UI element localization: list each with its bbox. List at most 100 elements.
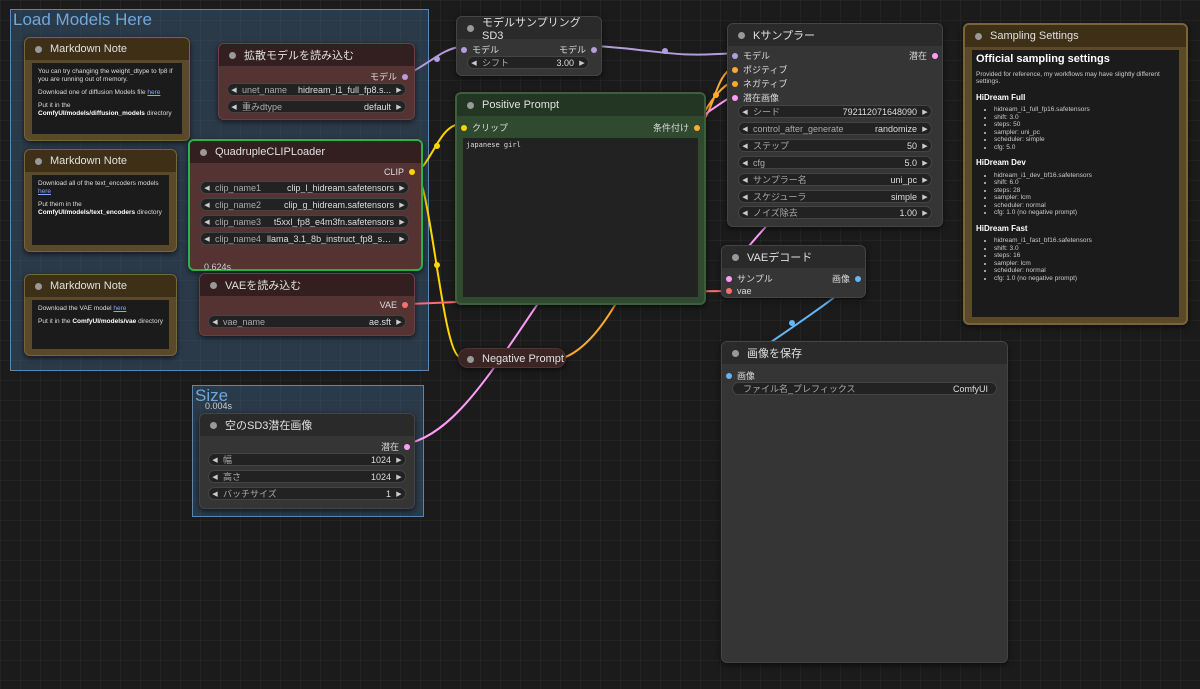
arrow-left-icon[interactable]: ◀ bbox=[201, 235, 213, 243]
latent-socket[interactable] bbox=[726, 275, 732, 282]
arrow-left-icon[interactable]: ◀ bbox=[228, 103, 240, 111]
image-socket[interactable] bbox=[855, 275, 861, 282]
arrow-right-icon[interactable]: ▶ bbox=[396, 218, 408, 226]
arrow-right-icon[interactable]: ▶ bbox=[919, 108, 931, 116]
collapse-dot-icon[interactable] bbox=[467, 24, 474, 32]
collapse-dot-icon[interactable] bbox=[200, 148, 207, 156]
node-vae-loader[interactable]: VAEを読み込む VAE ◀ vae_name ae.sft ▶ bbox=[199, 273, 415, 336]
widget-clip-name2[interactable]: ◀ clip_name2 clip_g_hidream.safetensors … bbox=[200, 198, 409, 211]
clip-socket[interactable] bbox=[409, 169, 415, 175]
node-ksampler[interactable]: Kサンプラー モデル ポジティブ ネガティブ 潜在画像 潜在 ◀ シード 792… bbox=[727, 23, 943, 227]
output-conditioning[interactable]: 条件付け bbox=[653, 121, 700, 134]
collapse-dot-icon[interactable] bbox=[975, 32, 982, 40]
widget-height[interactable]: ◀ 高さ 1024 ▶ bbox=[208, 470, 406, 483]
arrow-left-icon[interactable]: ◀ bbox=[209, 456, 221, 464]
model-socket[interactable] bbox=[461, 46, 467, 53]
arrow-right-icon[interactable]: ▶ bbox=[919, 209, 931, 217]
widget-seed[interactable]: ◀ シード 792112071648090 ▶ bbox=[738, 105, 932, 118]
arrow-right-icon[interactable]: ▶ bbox=[919, 159, 931, 167]
arrow-left-icon[interactable]: ◀ bbox=[209, 318, 221, 326]
widget-steps[interactable]: ◀ ステップ 50 ▶ bbox=[738, 139, 932, 152]
input-model[interactable]: モデル bbox=[461, 43, 499, 56]
input-vae[interactable]: vae bbox=[726, 286, 752, 296]
output-latent[interactable]: 潜在 bbox=[909, 49, 938, 62]
output-image[interactable]: 画像 bbox=[832, 272, 861, 285]
collapse-dot-icon[interactable] bbox=[35, 45, 42, 53]
latent-socket[interactable] bbox=[732, 94, 738, 101]
arrow-right-icon[interactable]: ▶ bbox=[393, 318, 405, 326]
note-content[interactable]: Download all of the text_encoders models… bbox=[32, 175, 169, 245]
node-model-sampling-sd3[interactable]: モデルサンプリングSD3 モデル モデル ◀ シフト 3.00 ▶ bbox=[456, 16, 602, 76]
arrow-left-icon[interactable]: ◀ bbox=[739, 209, 751, 217]
arrow-left-icon[interactable]: ◀ bbox=[201, 218, 213, 226]
collapse-dot-icon[interactable] bbox=[35, 157, 42, 165]
widget-denoise[interactable]: ◀ ノイズ除去 1.00 ▶ bbox=[738, 206, 932, 219]
download-link[interactable]: here bbox=[147, 89, 160, 96]
arrow-left-icon[interactable]: ◀ bbox=[201, 201, 213, 209]
conditioning-socket[interactable] bbox=[694, 124, 700, 131]
markdown-note-text-encoders[interactable]: Markdown Note Download all of the text_e… bbox=[24, 149, 177, 252]
arrow-right-icon[interactable]: ▶ bbox=[919, 193, 931, 201]
collapse-dot-icon[interactable] bbox=[210, 281, 217, 289]
collapse-dot-icon[interactable] bbox=[210, 421, 217, 429]
collapse-dot-icon[interactable] bbox=[35, 282, 42, 290]
arrow-left-icon[interactable]: ◀ bbox=[739, 159, 751, 167]
arrow-right-icon[interactable]: ▶ bbox=[919, 176, 931, 184]
model-socket[interactable] bbox=[732, 52, 738, 59]
collapse-dot-icon[interactable] bbox=[738, 31, 745, 39]
arrow-right-icon[interactable]: ▶ bbox=[393, 86, 405, 94]
arrow-right-icon[interactable]: ▶ bbox=[396, 201, 408, 209]
widget-batch-size[interactable]: ◀ バッチサイズ 1 ▶ bbox=[208, 487, 406, 500]
input-positive[interactable]: ポジティブ bbox=[732, 63, 787, 76]
arrow-left-icon[interactable]: ◀ bbox=[739, 108, 751, 116]
output-model[interactable]: モデル bbox=[370, 70, 408, 83]
arrow-left-icon[interactable]: ◀ bbox=[739, 176, 751, 184]
widget-clip-name1[interactable]: ◀ clip_name1 clip_l_hidream.safetensors … bbox=[200, 181, 409, 194]
widget-clip-name3[interactable]: ◀ clip_name3 t5xxl_fp8_e4m3fn.safetensor… bbox=[200, 215, 409, 228]
arrow-left-icon[interactable]: ◀ bbox=[468, 59, 480, 67]
download-link[interactable]: here bbox=[113, 305, 126, 312]
widget-shift[interactable]: ◀ シフト 3.00 ▶ bbox=[467, 56, 589, 69]
latent-socket[interactable] bbox=[404, 443, 410, 450]
output-vae[interactable]: VAE bbox=[380, 300, 408, 310]
node-save-image[interactable]: 画像を保存 画像 ファイル名_プレフィックス ComfyUI bbox=[721, 341, 1008, 663]
output-clip[interactable]: CLIP bbox=[384, 167, 415, 177]
arrow-left-icon[interactable]: ◀ bbox=[209, 473, 221, 481]
widget-cfg[interactable]: ◀ cfg 5.0 ▶ bbox=[738, 156, 932, 169]
arrow-left-icon[interactable]: ◀ bbox=[739, 193, 751, 201]
model-socket[interactable] bbox=[402, 73, 408, 80]
input-clip[interactable]: クリップ bbox=[461, 121, 508, 134]
clip-socket[interactable] bbox=[461, 124, 467, 131]
arrow-right-icon[interactable]: ▶ bbox=[919, 142, 931, 150]
note-content[interactable]: Official sampling settings Provided for … bbox=[972, 50, 1179, 317]
arrow-right-icon[interactable]: ▶ bbox=[393, 473, 405, 481]
arrow-right-icon[interactable]: ▶ bbox=[396, 235, 408, 243]
prompt-textarea[interactable]: japanese girl bbox=[463, 138, 698, 297]
arrow-right-icon[interactable]: ▶ bbox=[919, 125, 931, 133]
widget-vae-name[interactable]: ◀ vae_name ae.sft ▶ bbox=[208, 315, 406, 328]
markdown-note-sampling-settings[interactable]: Sampling Settings Official sampling sett… bbox=[963, 23, 1188, 325]
collapse-dot-icon[interactable] bbox=[229, 51, 236, 59]
collapse-dot-icon[interactable] bbox=[732, 349, 739, 357]
image-socket[interactable] bbox=[726, 372, 732, 379]
conditioning-socket[interactable] bbox=[732, 80, 738, 87]
widget-filename-prefix[interactable]: ファイル名_プレフィックス ComfyUI bbox=[732, 382, 997, 395]
widget-scheduler[interactable]: ◀ スケジューラ simple ▶ bbox=[738, 190, 932, 203]
note-content[interactable]: Download the VAE model here Put it in th… bbox=[32, 300, 169, 349]
arrow-left-icon[interactable]: ◀ bbox=[209, 490, 221, 498]
input-negative[interactable]: ネガティブ bbox=[732, 77, 787, 90]
arrow-left-icon[interactable]: ◀ bbox=[739, 142, 751, 150]
download-link[interactable]: here bbox=[38, 188, 51, 195]
arrow-right-icon[interactable]: ▶ bbox=[393, 490, 405, 498]
collapse-dot-icon[interactable] bbox=[467, 101, 474, 109]
markdown-note-vae[interactable]: Markdown Note Download the VAE model her… bbox=[24, 274, 177, 356]
vae-socket[interactable] bbox=[726, 288, 732, 294]
arrow-right-icon[interactable]: ▶ bbox=[576, 59, 588, 67]
arrow-left-icon[interactable]: ◀ bbox=[201, 184, 213, 192]
node-empty-sd3-latent[interactable]: 空のSD3潜在画像 潜在 ◀ 幅 1024 ▶ ◀ 高さ 1024 ▶ ◀ バッ… bbox=[199, 413, 415, 509]
model-socket[interactable] bbox=[591, 46, 597, 53]
latent-socket[interactable] bbox=[932, 52, 938, 59]
markdown-note-diffusion[interactable]: Markdown Note You can try changing the w… bbox=[24, 37, 190, 141]
widget-width[interactable]: ◀ 幅 1024 ▶ bbox=[208, 453, 406, 466]
node-unet-loader[interactable]: 拡散モデルを読み込む モデル ◀ unet_name hidream_i1_fu… bbox=[218, 43, 415, 120]
